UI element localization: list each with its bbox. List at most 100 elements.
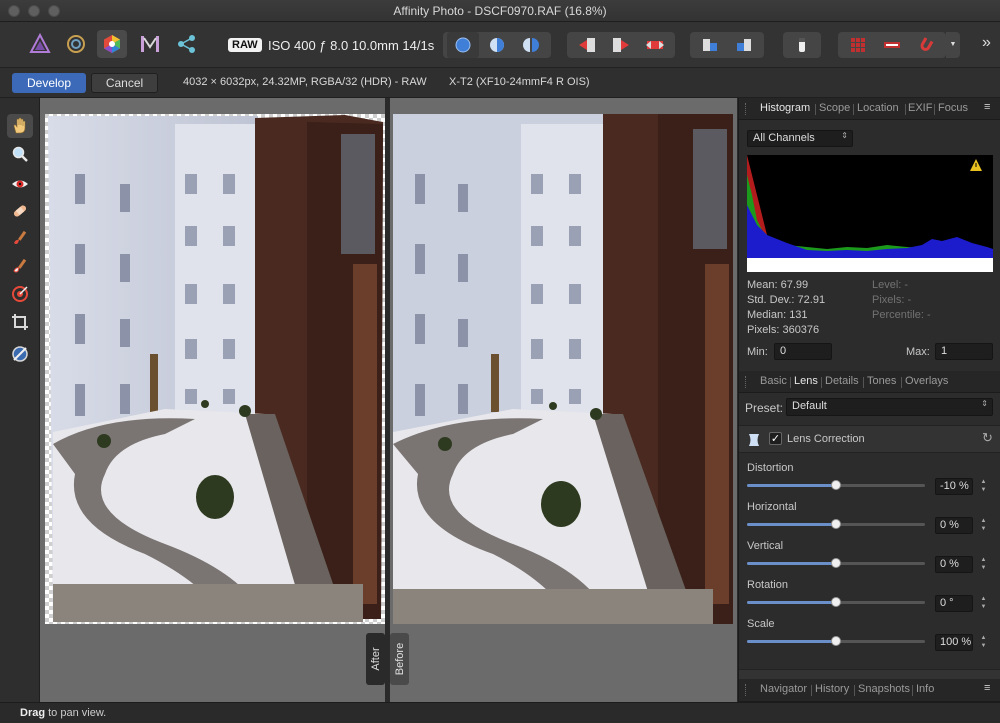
- slider-stepper[interactable]: ▲ ▼: [979, 478, 988, 495]
- histogram-panel-tabs: Histogram Scope Location EXIF Focus ≡: [739, 98, 1000, 120]
- crop-tool[interactable]: [7, 310, 33, 334]
- panel-menu-icon[interactable]: ≡: [984, 682, 990, 694]
- tone-mapping-persona-button[interactable]: [136, 30, 164, 58]
- slider-knob[interactable]: [831, 597, 841, 607]
- red-eye-tool[interactable]: [7, 172, 33, 196]
- snapping-button[interactable]: [910, 32, 942, 58]
- close-window-button[interactable]: [8, 5, 20, 17]
- mirror-view-icon: [523, 38, 539, 52]
- tab-histogram[interactable]: Histogram: [760, 102, 810, 114]
- tone-clipping-button[interactable]: [639, 32, 671, 58]
- min-field[interactable]: 0: [774, 343, 832, 360]
- swap-before-after-button[interactable]: [694, 32, 726, 58]
- slider-knob[interactable]: [831, 480, 841, 490]
- overlay-group: [838, 32, 946, 58]
- tab-scope[interactable]: Scope: [819, 102, 850, 114]
- slider-knob[interactable]: [831, 558, 841, 568]
- reset-icon[interactable]: ↻: [982, 430, 993, 446]
- white-balance-picker-button[interactable]: [786, 32, 818, 58]
- export-persona-button[interactable]: [173, 30, 201, 58]
- lens-correction-checkbox[interactable]: ✓: [769, 432, 782, 445]
- toolbar-overflow-button[interactable]: »: [982, 34, 991, 52]
- tab-lens[interactable]: Lens: [794, 375, 818, 387]
- tab-navigator[interactable]: Navigator: [760, 683, 807, 695]
- slider-track[interactable]: [747, 558, 925, 568]
- white-balance-tool[interactable]: [7, 342, 33, 366]
- tab-separator: [815, 104, 816, 115]
- canvas-area[interactable]: After Before: [40, 98, 737, 702]
- slider-stepper[interactable]: ▲ ▼: [979, 556, 988, 573]
- slider-value-field[interactable]: 0 %: [935, 556, 973, 573]
- blemish-removal-tool[interactable]: [7, 199, 33, 223]
- zoom-tool[interactable]: [7, 142, 33, 166]
- develop-button[interactable]: Develop: [12, 73, 86, 93]
- slider-stepper[interactable]: ▲ ▼: [979, 517, 988, 534]
- channel-select[interactable]: All Channels ⇕: [747, 130, 853, 147]
- slider-value-field[interactable]: -10 %: [935, 478, 973, 495]
- tab-overlays[interactable]: Overlays: [905, 375, 948, 387]
- slider-knob[interactable]: [831, 636, 841, 646]
- std-dev-stat: Std. Dev.: 72.91: [747, 294, 826, 306]
- tab-focus[interactable]: Focus: [938, 102, 968, 114]
- max-label: Max:: [906, 346, 930, 358]
- overlay-gradient-tool[interactable]: [7, 282, 33, 306]
- overlay-paint-tool[interactable]: [7, 226, 33, 250]
- tab-snapshots[interactable]: Snapshots: [858, 683, 910, 695]
- develop-panel-tabs: Basic Lens Details Tones Overlays: [739, 371, 1000, 393]
- tab-location[interactable]: Location: [857, 102, 899, 114]
- eye-icon: [12, 180, 28, 188]
- mirror-view-button[interactable]: [515, 32, 547, 58]
- preset-select[interactable]: Default ⇕: [786, 398, 993, 416]
- slider-track[interactable]: [747, 480, 925, 490]
- tab-exif[interactable]: EXIF: [908, 102, 932, 114]
- panel-grip: [745, 376, 747, 388]
- shadow-clipping-button[interactable]: [571, 32, 603, 58]
- panel-menu-icon[interactable]: ≡: [984, 101, 990, 113]
- slider-track[interactable]: [747, 636, 925, 646]
- tab-history[interactable]: History: [815, 683, 849, 695]
- split-view-button[interactable]: [481, 32, 513, 58]
- camera-info: X-T2 (XF10-24mmF4 R OIS): [449, 76, 590, 88]
- slider-value-field[interactable]: 100 %: [935, 634, 973, 651]
- tone-clipping-icon: [646, 41, 664, 49]
- slider-value-field[interactable]: 0 %: [935, 517, 973, 534]
- tab-details[interactable]: Details: [825, 375, 859, 387]
- tab-basic[interactable]: Basic: [760, 375, 787, 387]
- slider-label: Vertical: [747, 540, 784, 552]
- highlight-clipping-button[interactable]: [605, 32, 637, 58]
- max-field[interactable]: 1: [935, 343, 993, 360]
- view-tool[interactable]: [7, 114, 33, 138]
- slider-label: Distortion: [747, 462, 794, 474]
- tab-separator: [901, 377, 902, 388]
- navigator-panel-tabs: Navigator History Snapshots Info ≡: [739, 679, 1000, 702]
- slider-fill: [747, 484, 836, 487]
- after-image: [45, 114, 385, 624]
- panel-grip: [745, 103, 747, 115]
- slider-value-field[interactable]: 0 °: [935, 595, 973, 612]
- overlay-dropdown-button[interactable]: ▼: [946, 32, 960, 58]
- slider-fill: [747, 601, 836, 604]
- slider-stepper[interactable]: ▲ ▼: [979, 595, 988, 612]
- photo-persona-button[interactable]: [26, 30, 54, 58]
- zoom-window-button[interactable]: [48, 5, 60, 17]
- liquify-persona-button[interactable]: [62, 30, 90, 58]
- cancel-button[interactable]: Cancel: [91, 73, 158, 93]
- slider-stepper[interactable]: ▲ ▼: [979, 634, 988, 651]
- slider-track[interactable]: [747, 519, 925, 529]
- single-view-button[interactable]: [447, 32, 479, 58]
- tab-info[interactable]: Info: [916, 683, 934, 695]
- status-bar: Drag to pan view.: [0, 702, 1000, 722]
- overlay-erase-tool[interactable]: [7, 254, 33, 278]
- grid-overlay-button[interactable]: [842, 32, 874, 58]
- tab-tones[interactable]: Tones: [867, 375, 896, 387]
- split-divider[interactable]: [385, 98, 390, 702]
- zoom-icon: [12, 146, 28, 162]
- hand-icon: [13, 117, 26, 134]
- copy-settings-button[interactable]: [728, 32, 760, 58]
- slider-track[interactable]: [747, 597, 925, 607]
- develop-persona-button[interactable]: [97, 30, 127, 58]
- slider-knob[interactable]: [831, 519, 841, 529]
- horizon-overlay-button[interactable]: [876, 32, 908, 58]
- minimize-window-button[interactable]: [28, 5, 40, 17]
- slider-label: Scale: [747, 618, 775, 630]
